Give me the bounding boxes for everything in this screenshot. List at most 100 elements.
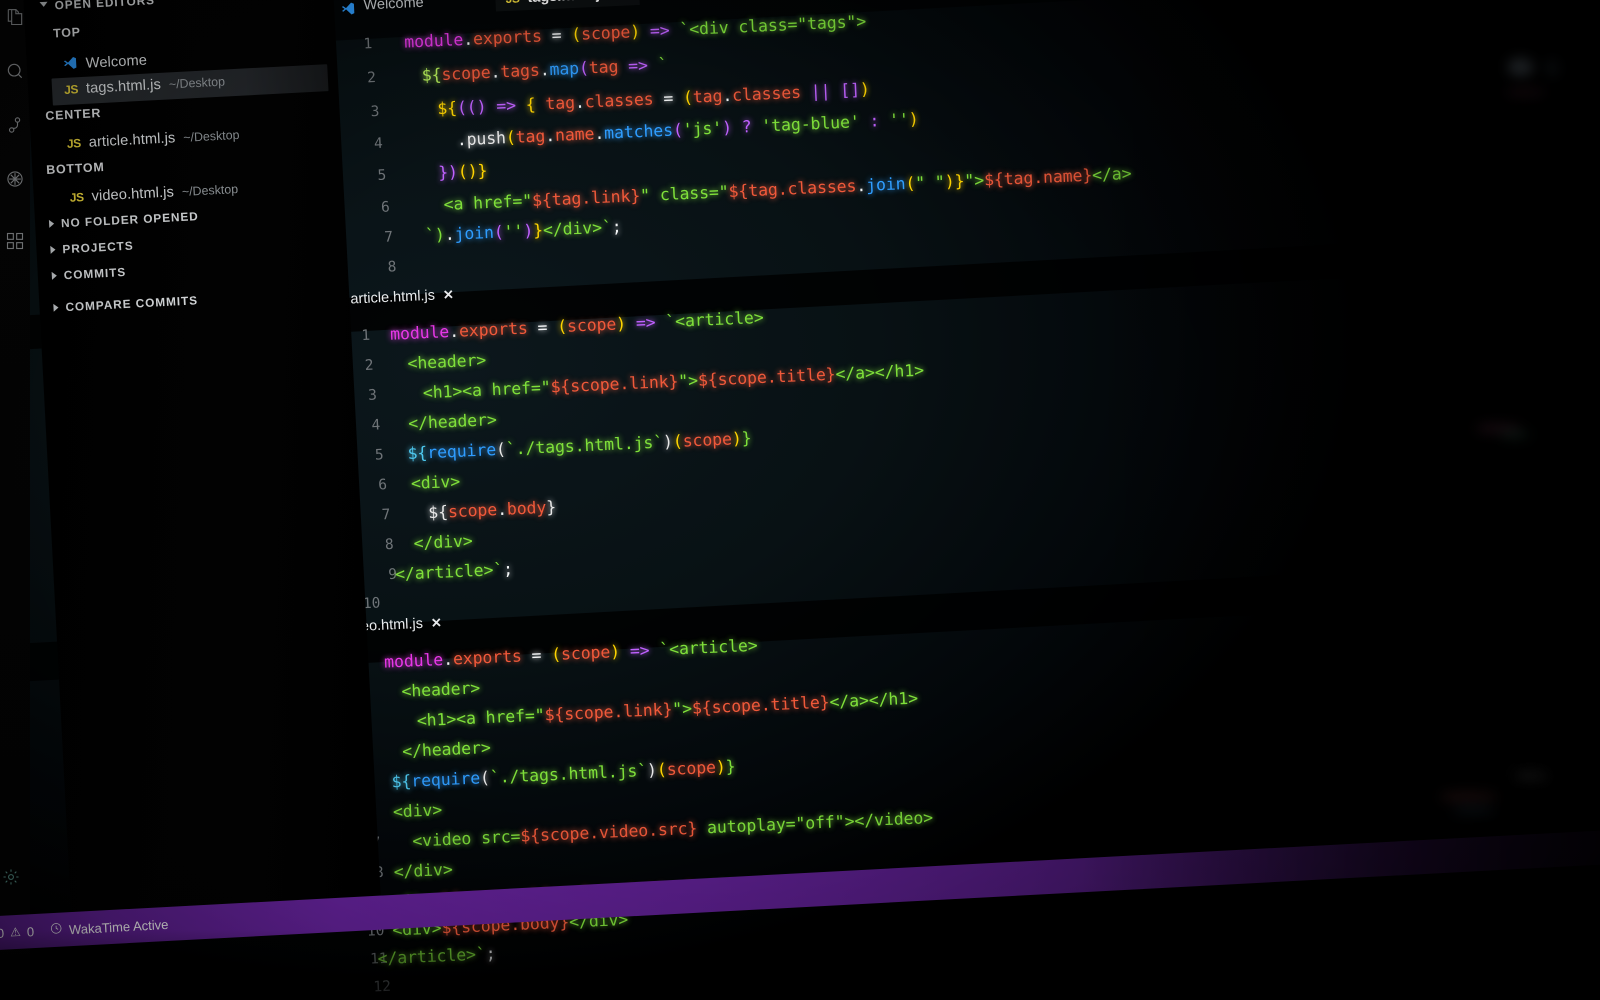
code-line: </div>	[393, 859, 454, 882]
code-line: <h1><a href=" ${scope.link} "> ${scope.titl…	[422, 360, 925, 403]
tab-tags-html-js[interactable]: JS tags.html.js ✕	[495, 0, 640, 12]
code-line: ${require(`./tags.html.js`)(scope)}	[407, 428, 752, 464]
code-line: ${scope. tags. map(tag => `	[421, 54, 668, 85]
status-wakatime[interactable]: WakaTime Active	[50, 916, 169, 938]
line-number: 7	[381, 506, 391, 524]
sidebar-file-video-html-js[interactable]: JS video.html.js ~/Desktop	[69, 181, 238, 206]
line-number: 4	[371, 417, 381, 434]
chevron-down-icon	[39, 1, 48, 11]
close-icon[interactable]: ✕	[616, 0, 628, 2]
line-number: 6	[377, 477, 388, 494]
sidebar-section-label: OPEN EDITORS	[54, 0, 156, 13]
line-number: 12	[373, 978, 392, 996]
sidebar-section-projects[interactable]: PROJECTS	[50, 239, 134, 257]
code-line: </div>	[413, 531, 474, 553]
line-number: 6	[380, 199, 391, 216]
extensions-icon[interactable]	[2, 228, 28, 254]
warning-count: 0	[26, 923, 35, 939]
code-line: </header>	[407, 410, 498, 434]
source-control-icon[interactable]	[2, 112, 28, 138]
chevron-right-icon	[48, 219, 55, 228]
line-number: 3	[370, 103, 380, 121]
sidebar-group-top: TOP	[53, 25, 81, 40]
js-icon: JS	[66, 136, 82, 151]
clock-icon	[50, 922, 64, 939]
sidebar-group-label: TOP	[52, 25, 82, 41]
code-line: . push(tag. name. matches('js') ? 'tag-blue…	[456, 109, 920, 150]
line-number: 8	[384, 536, 395, 554]
debug-icon[interactable]	[2, 166, 28, 192]
sidebar-file-article-html-js[interactable]: JS article.html.js ~/Desktop	[67, 127, 240, 152]
code-line: <header>	[407, 350, 487, 374]
sidebar-group-center: CENTER	[45, 106, 101, 123]
line-number: 7	[384, 229, 394, 246]
chevron-right-icon	[50, 245, 56, 254]
warning-icon: ⚠	[9, 924, 22, 940]
sidebar-section-no-folder-opened[interactable]: NO FOLDER OPENED	[48, 209, 200, 231]
sidebar-section-label: PROJECTS	[62, 238, 134, 257]
code-line: </article> `;	[394, 559, 514, 584]
sidebar-file-name: article.html.js	[88, 130, 176, 151]
line-number: 2	[366, 70, 377, 87]
code-line: module. exports = (scope) => `<article>	[383, 635, 758, 672]
sidebar-section-label: NO FOLDER OPENED	[60, 209, 200, 231]
code-line: <div>	[392, 800, 443, 822]
sidebar-file-path: ~/Desktop	[181, 181, 239, 199]
code-line: })()}	[437, 161, 488, 183]
code-line: <a href=" ${tag.link} " class=" ${tag.class…	[443, 163, 1132, 215]
explorer-sidebar: EXPLORER OPEN EDITORS TOP Welcome JS tag…	[22, 0, 382, 933]
editor-group-bottom: JS video.html.js ✕ 1 2 3 4 5 6 7 8 9 10 …	[310, 557, 1600, 999]
code-line: module. exports = (scope) => `<article>	[389, 307, 764, 344]
sidebar-section-compare-commits[interactable]: COMPARE COMMITS	[53, 293, 198, 315]
line-number: 5	[377, 167, 387, 185]
vscode-icon	[340, 0, 356, 16]
code-line: ${(() => { tag. classes = (tag. classes ||…	[436, 79, 871, 119]
js-icon: JS	[505, 0, 520, 6]
screenshot-root: EXPLORER OPEN EDITORS TOP Welcome JS tag…	[0, 0, 1600, 1000]
js-icon: JS	[63, 82, 79, 97]
line-number: 4	[373, 135, 384, 153]
code-line: `). join('')} </div> `;	[424, 217, 623, 245]
code-line: ${scope. body}	[427, 497, 557, 523]
line-number: 5	[374, 447, 385, 464]
tab-label: tags.html.js	[527, 0, 608, 6]
tab-welcome[interactable]: Welcome	[330, 0, 436, 19]
manage-gear-icon[interactable]	[2, 868, 22, 888]
code-line: module. exports = (scope) => `<div class=…	[403, 11, 867, 52]
chevron-right-icon	[51, 271, 58, 280]
sidebar-section-label: COMPARE COMMITS	[65, 293, 199, 315]
error-count: 0	[0, 925, 5, 941]
tab-label: Welcome	[363, 0, 425, 14]
code-line: <header>	[401, 678, 481, 701]
sidebar-section-open-editors[interactable]: OPEN EDITORS	[39, 0, 155, 13]
tab-bar-top: Welcome JS tags.html.js ✕	[330, 0, 640, 19]
status-problems[interactable]: 0 ⚠ 0	[0, 924, 34, 941]
sidebar-file-name: Welcome	[85, 52, 148, 72]
sidebar-section-label: COMMITS	[63, 264, 127, 283]
sidebar-file-name: video.html.js	[91, 184, 175, 205]
line-number: 8	[387, 259, 397, 276]
activity-bar	[0, 0, 30, 1000]
code-line: </header>	[401, 737, 492, 761]
code-line: <h1><a href=" ${scope.link} "> ${scope.titl…	[416, 688, 919, 731]
sidebar-file-path: ~/Desktop	[182, 127, 240, 145]
js-icon: JS	[69, 190, 85, 205]
vscode-icon	[62, 55, 78, 71]
sidebar-group-label: BOTTOM	[45, 159, 105, 177]
close-icon[interactable]: ✕	[431, 615, 443, 631]
line-number: 1	[363, 36, 373, 53]
sidebar-file-welcome[interactable]: Welcome	[62, 49, 155, 73]
tab-label: article.html.js	[350, 287, 436, 308]
chevron-right-icon	[53, 303, 59, 312]
code-line: <video src= ${scope.video.src} autoplay="…	[411, 807, 934, 851]
code-line: ${require(`./tags.html.js`)(scope)}	[391, 756, 736, 792]
wakatime-label: WakaTime Active	[68, 916, 169, 937]
search-icon[interactable]	[2, 58, 28, 84]
editor-group-center: JS article.html.js ✕ 1 2 3 4 5 6 7 8 9 1…	[318, 230, 1600, 618]
sidebar-group-bottom: BOTTOM	[46, 160, 105, 177]
close-icon[interactable]: ✕	[443, 287, 455, 303]
code-line: <div>	[410, 471, 461, 493]
sidebar-file-path: ~/Desktop	[168, 74, 226, 92]
sidebar-section-commits[interactable]: COMMITS	[51, 265, 126, 283]
line-number: 9	[387, 566, 398, 584]
